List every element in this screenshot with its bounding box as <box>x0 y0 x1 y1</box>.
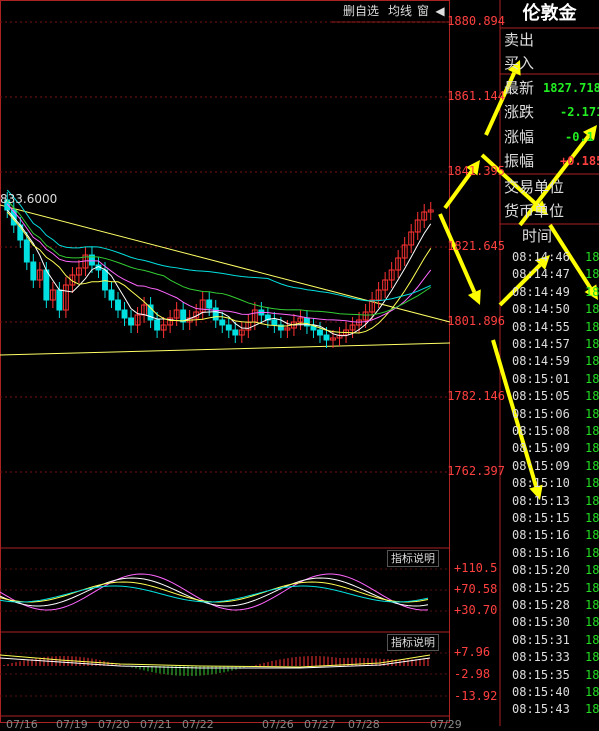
date-label: 07/21 <box>140 718 172 731</box>
latest-label: 最新 <box>504 79 535 97</box>
date-label: 07/29 <box>430 718 462 731</box>
trade-unit-label: 交易单位 <box>504 178 565 196</box>
price-axis-label: 1821.645 <box>447 239 505 253</box>
indicator2-bars <box>0 654 431 676</box>
indicator2-label: -13.92 <box>454 689 498 703</box>
candle-body <box>30 261 37 281</box>
candle-body <box>43 269 50 301</box>
candle-body <box>121 309 128 319</box>
indicator2-label: +7.96 <box>454 645 491 659</box>
change-pct-value: -0.1 <box>565 130 594 144</box>
candle-body <box>225 324 232 331</box>
candle-body <box>115 299 121 311</box>
ma-pink <box>6 203 432 323</box>
sell-label: 卖出 <box>504 31 535 49</box>
moving-averages <box>6 189 432 337</box>
trend-line-lower <box>0 342 451 356</box>
candle-body <box>323 334 330 341</box>
date-label: 07/26 <box>262 718 294 731</box>
ma-cyan <box>6 189 431 302</box>
price-axis-label: 1801.896 <box>447 314 505 328</box>
amplitude-label: 振幅 <box>504 152 535 170</box>
ma-line-button[interactable]: 均线 <box>386 2 414 20</box>
indicator1-help-button[interactable]: 指标说明 <box>387 550 439 567</box>
currency-unit-label: 货币单位 <box>504 202 565 220</box>
date-label: 07/28 <box>348 718 380 731</box>
tick-time: 08:15:43 <box>512 702 570 717</box>
candle-body <box>232 329 239 336</box>
amplitude-value: +0.185 <box>560 154 599 168</box>
chart-frame <box>0 0 450 723</box>
candle-body <box>108 289 115 301</box>
time-column-header: 时间 <box>522 227 553 245</box>
candle-body <box>56 289 63 311</box>
indicator1-label: +70.58 <box>454 582 498 596</box>
collapse-arrow-icon[interactable]: ◀ <box>433 2 447 20</box>
indicator1-label: +110.5 <box>454 561 498 575</box>
candle-body <box>128 317 135 326</box>
change-pct-label: 涨幅 <box>504 128 535 146</box>
date-label: 07/20 <box>98 718 130 731</box>
price-axis-label: 1782.146 <box>447 389 505 403</box>
candle-body <box>219 319 226 326</box>
window-button[interactable]: 窗 <box>416 2 430 20</box>
candlesticks <box>4 192 434 348</box>
candle-body <box>271 319 278 326</box>
price-axis-label: 1841.395 <box>447 164 505 178</box>
indicator1-label: +30.70 <box>454 603 498 617</box>
candle-body <box>23 239 30 263</box>
candle-body <box>317 329 323 336</box>
price-axis-label: 1880.894 <box>447 14 505 28</box>
date-label: 07/27 <box>304 718 336 731</box>
last-price-tag: 833.6000 <box>0 192 58 206</box>
change-label: 涨跌 <box>504 103 535 121</box>
tick-price: 18 <box>585 702 599 717</box>
indicator1-line <box>0 581 429 603</box>
instrument-title: 伦敦金 <box>522 3 577 24</box>
change-value: -2.171 <box>560 105 599 119</box>
candle-body <box>102 269 108 291</box>
date-label: 07/16 <box>6 718 38 731</box>
date-label: 07/22 <box>182 718 214 731</box>
indicator2-help-button[interactable]: 指标说明 <box>387 634 439 651</box>
indicator2-label: -2.98 <box>454 667 491 681</box>
latest-value: 1827.718 <box>543 81 599 95</box>
delete-favorite-button[interactable]: 删自选 <box>340 2 382 20</box>
buy-label: 买入 <box>504 54 535 72</box>
indicator1-lines <box>0 573 429 611</box>
candle-body <box>154 319 161 331</box>
arrow <box>438 213 477 293</box>
price-axis-label: 1762.397 <box>447 464 505 478</box>
candle-body <box>206 299 213 309</box>
ma-green <box>6 199 432 316</box>
date-label: 07/19 <box>56 718 88 731</box>
price-axis-label: 1861.144 <box>447 89 505 103</box>
